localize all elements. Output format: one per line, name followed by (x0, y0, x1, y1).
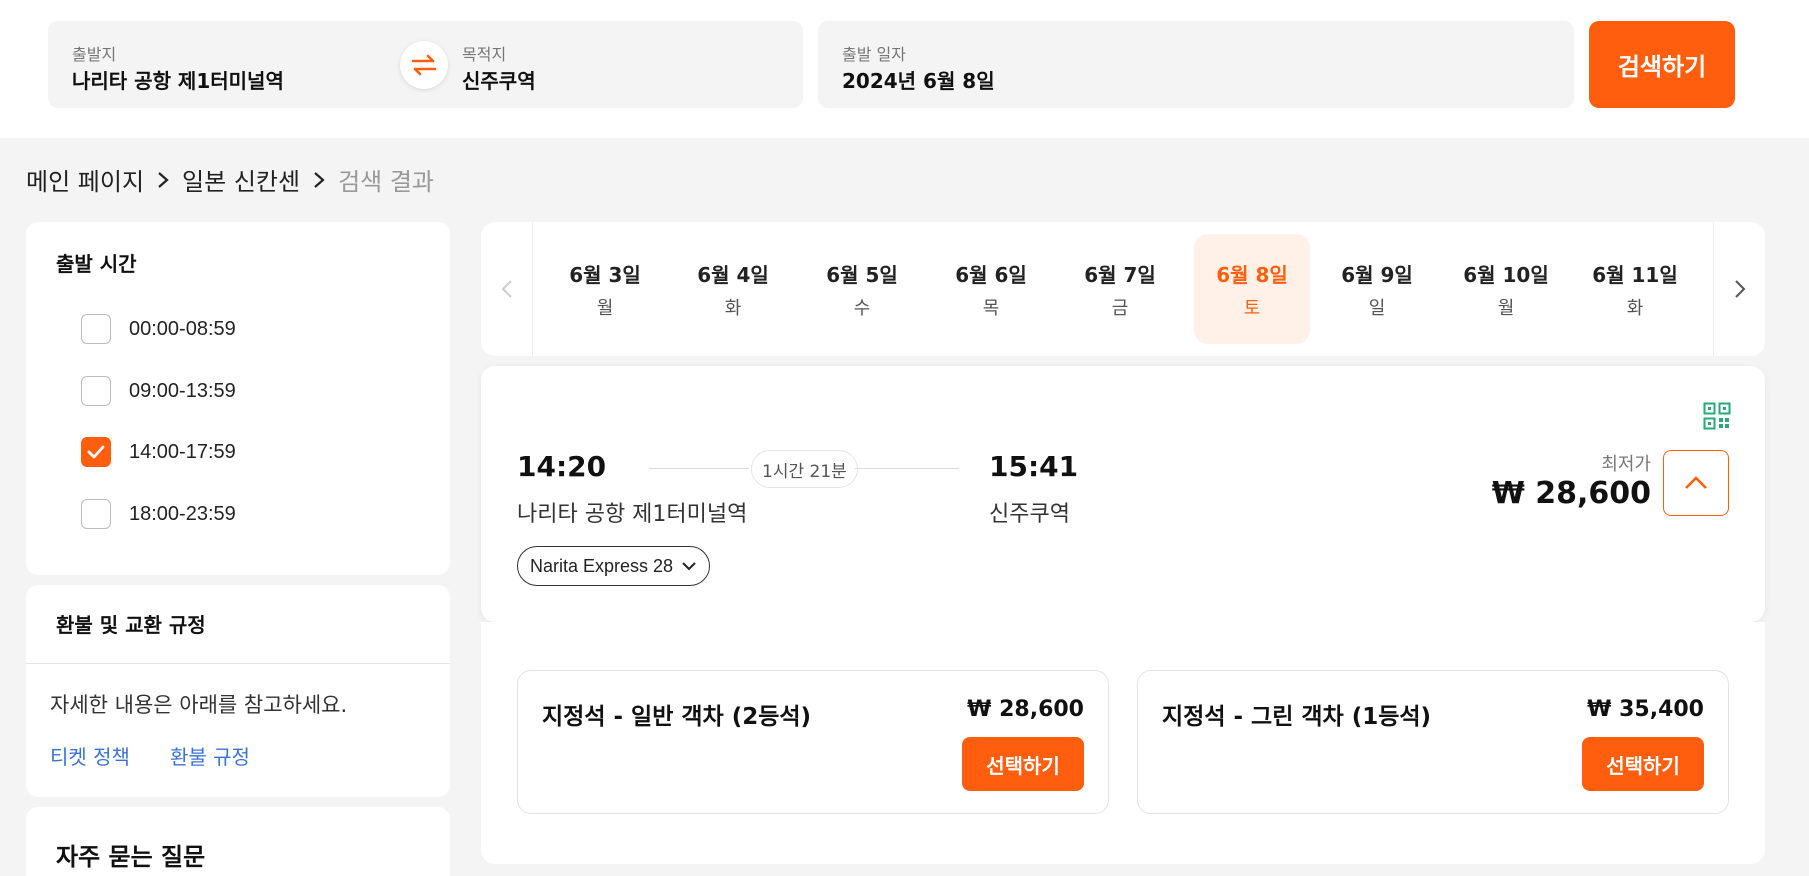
time-option[interactable]: 09:00-13:59 (81, 376, 236, 406)
duration-badge: 1시간 21분 (751, 450, 858, 488)
origin-field[interactable]: 나리타 공항 제1터미널역 (72, 65, 284, 94)
date-tab-weekday: 일 (1368, 297, 1386, 319)
lowest-price: ₩ 28,600 (1491, 476, 1651, 511)
destination-field[interactable]: 신주쿠역 (462, 65, 536, 94)
date-tab-date: 6월 10일 (1463, 262, 1549, 287)
date-tab[interactable]: 6월 6일 목 (933, 234, 1049, 344)
date-tab[interactable]: 6월 7일 금 (1062, 234, 1178, 344)
seat-price: ₩ 28,600 (967, 697, 1084, 722)
date-tab-date: 6월 7일 (1084, 262, 1156, 287)
seat-options-panel: 지정석 - 일반 객차 (2등석) ₩ 28,600 선택하기 지정석 - 그린… (481, 622, 1765, 864)
date-tab-date: 6월 11일 (1592, 262, 1678, 287)
time-option[interactable]: 14:00-17:59 (81, 437, 236, 467)
date-selector[interactable]: 출발 일자 2024년 6월 8일 (818, 21, 1574, 108)
refund-rules-link[interactable]: 환불 규정 (170, 741, 250, 770)
date-tab[interactable]: 6월 9일 일 (1319, 234, 1435, 344)
checkbox[interactable] (81, 499, 111, 529)
seat-name: 지정석 - 일반 객차 (2등석) (542, 704, 812, 730)
search-button[interactable]: 검색하기 (1589, 21, 1735, 108)
date-tab-date: 6월 5일 (826, 262, 898, 287)
chevron-right-icon (1734, 280, 1745, 298)
chevron-right-icon (156, 170, 170, 190)
date-field[interactable]: 2024년 6월 8일 (842, 65, 995, 94)
checkbox[interactable] (81, 314, 111, 344)
collapse-button[interactable] (1663, 450, 1729, 516)
divider (26, 663, 450, 664)
search-bar: 출발지 나리타 공항 제1터미널역 목적지 신주쿠역 출발 일자 2024년 6… (0, 0, 1809, 138)
date-label: 출발 일자 (842, 45, 906, 64)
date-tab-selected[interactable]: 6월 8일 토 (1194, 234, 1310, 344)
prev-dates-button[interactable] (481, 222, 533, 356)
select-seat-button[interactable]: 선택하기 (962, 737, 1084, 791)
date-tab-date: 6월 4일 (697, 262, 769, 287)
date-tab-weekday: 월 (1497, 297, 1515, 319)
seat-name: 지정석 - 그린 객차 (1등석) (1162, 704, 1432, 730)
breadcrumb-shinkansen[interactable]: 일본 신칸센 (182, 162, 300, 197)
route-line (649, 468, 749, 469)
refund-description: 자세한 내용은 아래를 참고하세요. (50, 693, 348, 717)
checkbox-checked[interactable] (81, 437, 111, 467)
departure-station: 나리타 공항 제1터미널역 (517, 502, 748, 527)
swap-stations-button[interactable] (400, 41, 448, 89)
chevron-left-icon (501, 280, 512, 298)
destination-label: 목적지 (462, 45, 507, 64)
chevron-up-icon (1685, 476, 1707, 489)
date-tab-weekday: 목 (982, 297, 1000, 319)
seat-price: ₩ 35,400 (1587, 697, 1704, 722)
seat-option[interactable]: 지정석 - 그린 객차 (1등석) ₩ 35,400 선택하기 (1137, 670, 1729, 814)
check-icon (87, 445, 105, 459)
departure-time-filter: 출발 시간 00:00-08:59 09:00-13:59 14:00-17:5… (26, 222, 450, 575)
date-tab-date: 6월 9일 (1341, 262, 1413, 287)
qr-code-icon[interactable] (1703, 402, 1731, 434)
breadcrumb-home[interactable]: 메인 페이지 (26, 162, 144, 197)
origin-label: 출발지 (72, 45, 117, 64)
train-result-card[interactable]: 14:20 나리타 공항 제1터미널역 1시간 21분 15:41 신주쿠역 N… (481, 366, 1765, 622)
train-name-dropdown[interactable]: Narita Express 28 (517, 546, 711, 586)
time-option-label: 18:00-23:59 (129, 502, 236, 525)
date-tab-weekday: 화 (724, 297, 742, 319)
date-tab-weekday: 토 (1243, 297, 1261, 319)
date-tab[interactable]: 6월 3일 월 (547, 234, 663, 344)
date-tab-weekday: 금 (1111, 297, 1129, 319)
date-tab-date: 6월 6일 (955, 262, 1027, 287)
chevron-down-icon (682, 562, 696, 571)
breadcrumb: 메인 페이지 일본 신칸센 검색 결과 (26, 162, 434, 197)
chevron-right-icon (312, 170, 326, 190)
swap-icon (411, 54, 437, 76)
time-option[interactable]: 18:00-23:59 (81, 499, 236, 529)
arrival-time: 15:41 (989, 450, 1079, 483)
date-tab-date: 6월 8일 (1216, 262, 1288, 287)
next-dates-button[interactable] (1713, 222, 1765, 356)
time-option-label: 09:00-13:59 (129, 379, 236, 402)
route-selector: 출발지 나리타 공항 제1터미널역 목적지 신주쿠역 (48, 21, 803, 108)
checkbox[interactable] (81, 376, 111, 406)
arrival-station: 신주쿠역 (989, 502, 1070, 527)
seat-option[interactable]: 지정석 - 일반 객차 (2등석) ₩ 28,600 선택하기 (517, 670, 1109, 814)
date-tab[interactable]: 6월 11일 화 (1577, 234, 1693, 344)
breadcrumb-current: 검색 결과 (338, 168, 435, 196)
date-tab[interactable]: 6월 5일 수 (804, 234, 920, 344)
departure-time: 14:20 (517, 450, 607, 483)
faq-card: 자주 묻는 질문 (26, 807, 450, 876)
train-name: Narita Express 28 (530, 555, 674, 576)
select-seat-button[interactable]: 선택하기 (1582, 737, 1704, 791)
refund-policy-card: 환불 및 교환 규정 자세한 내용은 아래를 참고하세요. 티켓 정책 환불 규… (26, 585, 450, 797)
time-option-label: 00:00-08:59 (129, 317, 236, 340)
route-line (855, 468, 959, 469)
date-tab-date: 6월 3일 (569, 262, 641, 287)
time-option-label: 14:00-17:59 (129, 440, 236, 463)
date-tab-weekday: 월 (596, 297, 614, 319)
date-tab[interactable]: 6월 4일 화 (675, 234, 791, 344)
refund-title: 환불 및 교환 규정 (56, 613, 206, 637)
faq-title: 자주 묻는 질문 (56, 843, 206, 871)
date-strip: 6월 3일 월 6월 4일 화 6월 5일 수 6월 6일 목 6월 7일 금 … (481, 222, 1765, 356)
date-tab-weekday: 수 (853, 297, 871, 319)
ticket-policy-link[interactable]: 티켓 정책 (50, 741, 130, 770)
lowest-price-label: 최저가 (1601, 454, 1651, 475)
time-option[interactable]: 00:00-08:59 (81, 314, 236, 344)
date-tab[interactable]: 6월 10일 월 (1448, 234, 1564, 344)
filter-title: 출발 시간 (56, 252, 137, 276)
date-tab-weekday: 화 (1626, 297, 1644, 319)
